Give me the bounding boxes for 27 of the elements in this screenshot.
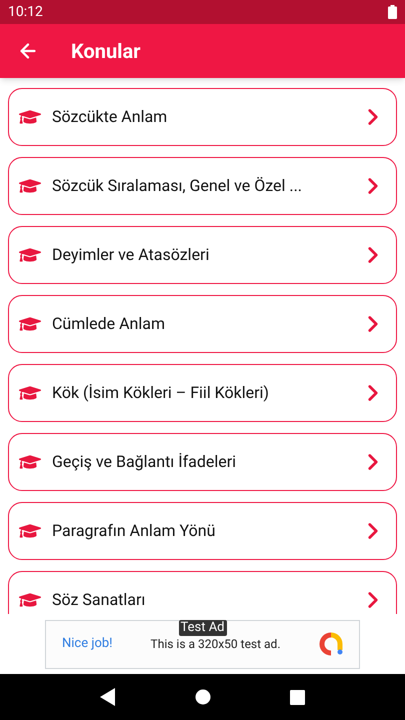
topic-label: Paragrafın Anlam Yönü bbox=[52, 520, 216, 542]
topic-item[interactable]: Sözcükte Anlam bbox=[8, 88, 397, 146]
ad-text: This is a 320x50 test ad. bbox=[150, 636, 280, 653]
topic-item[interactable]: Deyimler ve Atasözleri bbox=[8, 226, 397, 284]
battery-icon bbox=[388, 5, 397, 19]
topic-label: Geçiş ve Bağlantı İfadeleri bbox=[52, 451, 238, 473]
ad-logo-icon bbox=[319, 632, 343, 656]
topic-label: Söz Sanatları bbox=[52, 589, 146, 611]
topic-item[interactable]: Cümlede Anlam bbox=[8, 295, 397, 353]
topic-label: Kök (İsim Kökleri – Fiil Kökleri) bbox=[52, 382, 270, 404]
topic-item[interactable]: Söz Sanatları bbox=[8, 571, 397, 614]
topic-item[interactable]: Geçiş ve Bağlantı İfadeleri bbox=[8, 433, 397, 491]
topic-label: Sözcük Sıralaması, Genel ve Özel ... bbox=[52, 175, 304, 197]
ad-badge: Test Ad bbox=[178, 620, 227, 636]
screen-title: Konular bbox=[71, 38, 140, 65]
ad-headline: Nice job! bbox=[62, 635, 113, 654]
status-time: 10:12 bbox=[8, 2, 43, 22]
ad-banner[interactable]: Test Ad Nice job! This is a 320x50 test ad. bbox=[45, 620, 360, 668]
back-nav-icon[interactable] bbox=[100, 688, 116, 706]
recents-nav-icon[interactable] bbox=[290, 690, 306, 704]
topic-item[interactable]: Sözcük Sıralaması, Genel ve Özel ... bbox=[8, 157, 397, 215]
topic-label: Cümlede Anlam bbox=[52, 313, 166, 335]
home-nav-icon[interactable] bbox=[194, 689, 211, 705]
topic-label: Deyimler ve Atasözleri bbox=[52, 244, 210, 266]
topic-label: Sözcükte Anlam bbox=[52, 106, 168, 128]
topic-item[interactable]: Paragrafın Anlam Yönü bbox=[8, 502, 397, 560]
topic-item[interactable]: Kök (İsim Kökleri – Fiil Kökleri) bbox=[8, 364, 397, 422]
